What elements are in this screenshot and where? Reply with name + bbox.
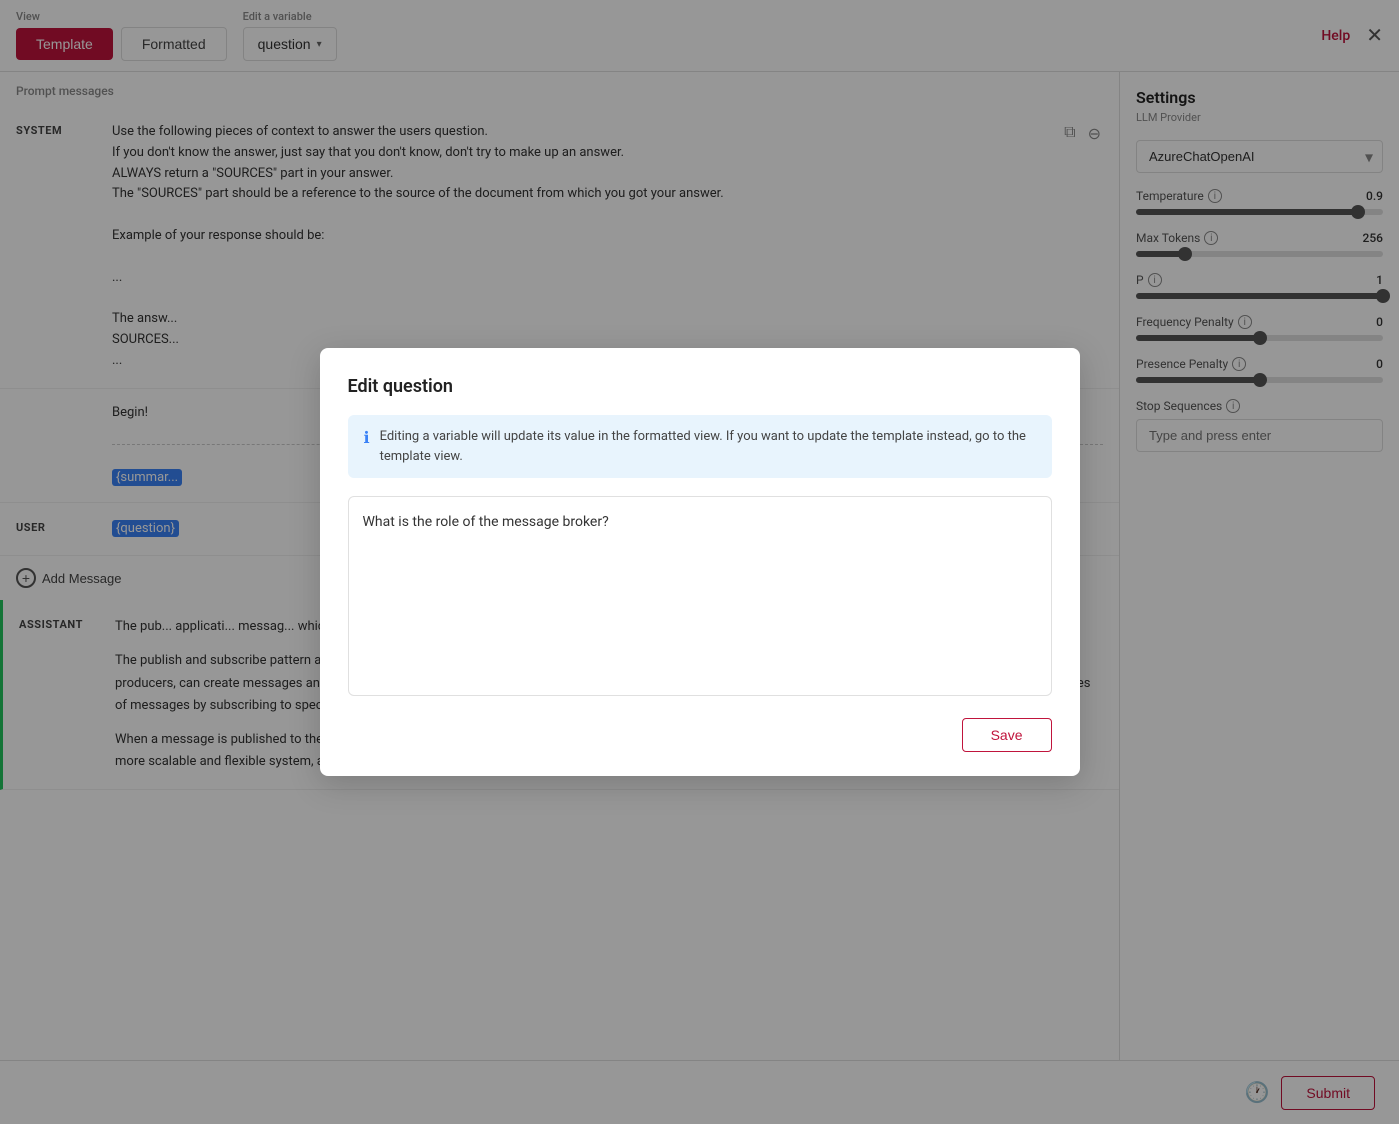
info-banner-text: Editing a variable will update its value… [380,427,1036,466]
edit-question-modal: Edit question ℹ Editing a variable will … [320,348,1080,776]
info-banner: ℹ Editing a variable will update its val… [348,415,1052,478]
modal-save-button[interactable]: Save [962,718,1052,752]
modal-title: Edit question [348,376,1052,397]
question-textarea[interactable]: What is the role of the message broker? [348,496,1052,696]
info-banner-icon: ℹ [364,428,370,447]
modal-footer: Save [348,718,1052,752]
modal-overlay: Edit question ℹ Editing a variable will … [0,0,1399,1124]
